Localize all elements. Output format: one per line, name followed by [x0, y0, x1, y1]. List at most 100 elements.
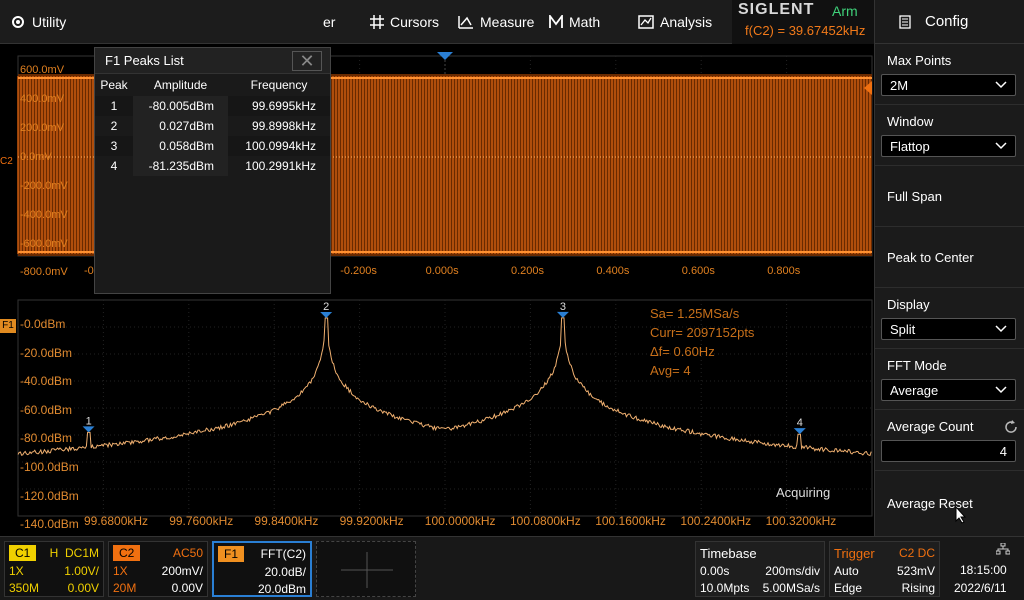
- measure-menu[interactable]: Measure: [458, 0, 534, 44]
- frequency-counter: f(C2) = 39.67452kHz: [745, 23, 866, 38]
- peak-marker-4[interactable]: 4: [793, 417, 806, 435]
- peaks-list-header: F1 Peaks List ✕: [95, 48, 330, 74]
- add-channel-slot[interactable]: [316, 541, 416, 597]
- network-icon: [996, 543, 1010, 555]
- f1-channel-box[interactable]: F1 FFT(C2) 20.0dB/ 20.0dBm: [212, 541, 312, 597]
- fft-x-tick-label: 99.7600kHz: [169, 514, 234, 528]
- peak-marker-1[interactable]: 1: [82, 415, 95, 433]
- timebase-rate: 5.00MSa/s: [762, 581, 820, 595]
- close-icon[interactable]: ✕: [292, 51, 322, 71]
- peak-index: 4: [110, 159, 118, 173]
- fft-y-tick-label: -120.0dBm: [20, 488, 79, 503]
- timebase-delay: 0.00s: [700, 564, 730, 578]
- frequency-col-header: Frequency: [250, 78, 308, 92]
- f1-scale: 20.0dB/: [264, 565, 306, 579]
- clock-area[interactable]: 18:15:00 2022/6/11: [944, 541, 1020, 597]
- c1-probe: 1X: [9, 564, 24, 578]
- peak-index: 2: [110, 119, 118, 133]
- time-y-tick-label: 600.0mV: [20, 64, 65, 76]
- time-x-tick-label: -0.200s: [340, 265, 377, 277]
- fft-x-tick-label: 100.3200kHz: [765, 514, 837, 528]
- gear-icon: [12, 16, 24, 28]
- table-row[interactable]: 4 -81.235dBm 100.2991kHz: [95, 156, 330, 176]
- c1-channel-box[interactable]: C1 H DC1M 1X 1.00V/ 350M 0.00V: [4, 541, 104, 597]
- peak-marker-label: 4: [797, 417, 803, 429]
- cursors-icon: [370, 15, 384, 29]
- table-row[interactable]: 2 0.027dBm 99.8998kHz: [95, 116, 330, 136]
- config-header: Config: [875, 0, 1024, 44]
- timebase-box[interactable]: Timebase 0.00s 200ms/div 10.0Mpts 5.00MSa/…: [695, 541, 825, 597]
- peak-marker-label: 3: [560, 301, 566, 313]
- average-count-setting: Average Count 4: [875, 410, 1024, 471]
- trigger-mode: Auto: [834, 564, 859, 578]
- fft-x-tick-label: 100.0000kHz: [424, 514, 496, 528]
- c2-channel-box[interactable]: C2 AC50 1X 200mV/ 20M 0.00V: [108, 541, 208, 597]
- c2-tag: C2: [113, 545, 141, 561]
- peak-marker-3[interactable]: 3: [556, 301, 569, 318]
- fft-y-tick-label: -80.0dBm: [20, 431, 73, 446]
- fft-x-tick-label: 99.8400kHz: [254, 514, 319, 528]
- c2-bw: 20M: [113, 581, 137, 595]
- c1-offset: 0.00V: [67, 581, 99, 595]
- analysis-menu[interactable]: Analysis: [638, 0, 712, 44]
- clock-date: 2022/6/11: [954, 581, 1007, 595]
- peak-col-header: Peak: [100, 78, 128, 92]
- refresh-icon[interactable]: [1004, 420, 1018, 434]
- fft-sample-rate: Sa= 1.25MSa/s: [650, 306, 740, 321]
- time-y-tick-label: -400.0mV: [20, 209, 68, 221]
- timebase-points: 10.0Mpts: [700, 581, 750, 595]
- table-row[interactable]: 3 0.058dBm 100.0994kHz: [95, 136, 330, 156]
- peak-to-center-button[interactable]: Peak to Center: [875, 227, 1024, 288]
- table-row[interactable]: 1 -80.005dBm 99.6995kHz: [95, 96, 330, 116]
- document-icon: [899, 14, 911, 29]
- time-y-tick-label: -200.0mV: [20, 180, 68, 192]
- c1-coupling: DC1M: [64, 546, 99, 560]
- window-select[interactable]: Flattop: [881, 135, 1016, 157]
- fft-y-tick-label: -60.0dBm: [20, 402, 73, 417]
- peak-amplitude: 0.058dBm: [133, 136, 228, 156]
- config-title: Config: [925, 13, 969, 30]
- display-select[interactable]: Split: [881, 318, 1016, 340]
- average-count-input[interactable]: 4: [881, 440, 1016, 462]
- cursors-label: Cursors: [390, 14, 440, 30]
- chevron-down-icon: [995, 142, 1007, 150]
- math-icon: [549, 15, 563, 28]
- hidden-menu-fragment[interactable]: er: [323, 0, 335, 44]
- display-setting: Display Split: [875, 288, 1024, 349]
- trigger-type: Edge: [834, 581, 863, 595]
- trigger-box[interactable]: Trigger C2 DC Auto 523mV Edge Rising: [829, 541, 940, 597]
- c2-channel-marker: C2: [0, 156, 13, 167]
- fft-mode-select[interactable]: Average: [881, 379, 1016, 401]
- full-span-label: Full Span: [887, 188, 942, 204]
- time-y-tick-label: -800.0mV: [20, 266, 68, 278]
- fft-x-tick-label: 99.9200kHz: [339, 514, 404, 528]
- fft-y-tick-label: -140.0dBm: [20, 517, 79, 532]
- mouse-cursor-icon: [955, 506, 967, 524]
- c2-scale: 200mV/: [161, 564, 203, 578]
- f1-tag: F1: [218, 546, 245, 562]
- trigger-label: Trigger: [834, 545, 875, 561]
- peak-frequency: 100.0994kHz: [245, 139, 316, 153]
- fft-mode-value: Average: [890, 382, 939, 398]
- fft-y-tick-label: -100.0dBm: [20, 460, 79, 474]
- cursors-menu[interactable]: Cursors: [370, 0, 439, 44]
- math-label: Math: [569, 14, 601, 30]
- peak-marker-2[interactable]: 2: [320, 301, 333, 318]
- peak-amplitude: -80.005dBm: [133, 96, 228, 116]
- f1-channel-marker: F1: [0, 319, 16, 333]
- max-points-select[interactable]: 2M: [881, 74, 1016, 96]
- full-span-button[interactable]: Full Span: [875, 166, 1024, 227]
- fft-x-tick-label: 100.2400kHz: [680, 514, 752, 528]
- timebase-label: Timebase: [700, 545, 757, 561]
- average-reset-button[interactable]: Average Reset: [875, 471, 1024, 535]
- peak-to-center-label: Peak to Center: [887, 249, 974, 265]
- average-count-label: Average Count: [887, 419, 974, 434]
- math-menu[interactable]: Math: [549, 0, 600, 44]
- brand-panel: SIGLENT Arm f(C2) = 39.67452kHz: [732, 0, 874, 44]
- peak-amplitude: 0.027dBm: [133, 116, 228, 136]
- utility-menu[interactable]: Utility: [10, 0, 66, 44]
- time-y-tick-label: -600.0mV: [20, 238, 68, 250]
- c1-tag: C1: [9, 545, 37, 561]
- c1-trig: H: [49, 546, 59, 560]
- time-x-tick-label: 0.400s: [596, 265, 630, 277]
